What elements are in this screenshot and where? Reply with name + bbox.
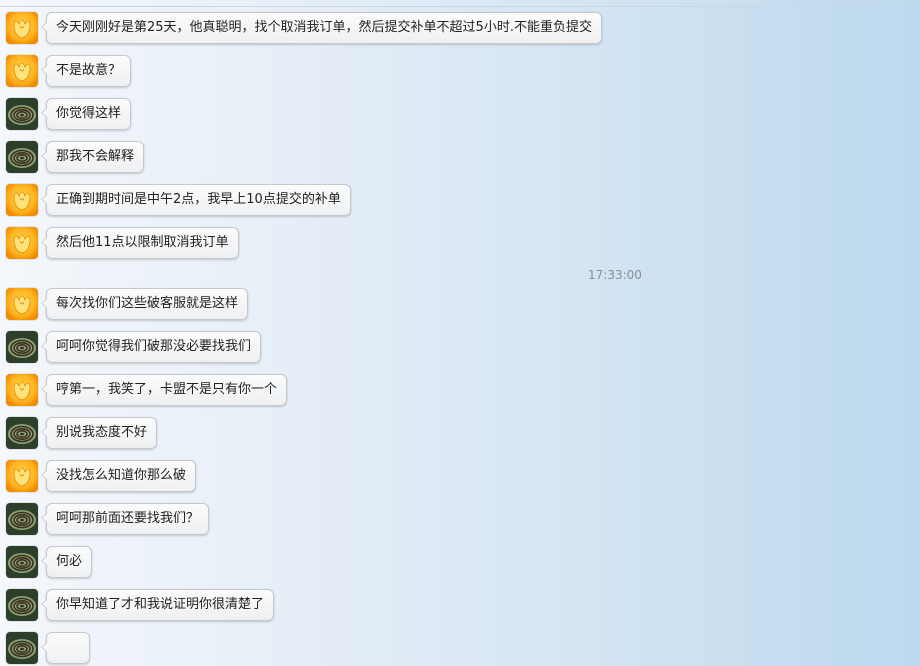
avatar[interactable] — [6, 374, 38, 406]
avatar[interactable] — [6, 288, 38, 320]
message-bubble: 呵呵那前面还要找我们？ — [40, 503, 210, 535]
avatar[interactable] — [6, 546, 38, 578]
timestamp: 17:33:00 — [588, 268, 642, 282]
tulip-icon — [6, 12, 38, 44]
message-bubble: 今天刚刚好是第25天，他真聪明，找个取消我订单，然后提交补单不超过5小时.不能重… — [41, 12, 602, 44]
avatar[interactable] — [6, 417, 38, 449]
mosquito-coil-icon — [6, 589, 38, 621]
avatar[interactable] — [6, 184, 38, 216]
message-bubble: 何必 — [40, 546, 93, 578]
mosquito-coil-icon — [6, 417, 38, 449]
mosquito-coil-icon — [6, 141, 38, 173]
message-bubble: 哼第一，我笑了，卡盟不是只有你一个 — [40, 374, 288, 406]
message-bubble: 你早知道了才和我说证明你很清楚了 — [40, 589, 275, 621]
tulip-icon — [6, 288, 38, 320]
mosquito-coil-icon — [6, 546, 38, 578]
tulip-icon — [6, 184, 38, 216]
message-bubble — [41, 632, 90, 664]
mosquito-coil-icon — [6, 503, 38, 535]
avatar[interactable] — [6, 12, 38, 44]
avatar[interactable] — [6, 98, 38, 130]
tulip-icon — [6, 55, 38, 87]
message-bubble: 呵呵你觉得我们破那没必要找我们 — [40, 331, 262, 363]
message-bubble: 那我不会解释 — [40, 141, 145, 173]
message-bubble: 你觉得这样 — [40, 98, 132, 130]
tulip-icon — [6, 460, 38, 492]
message-bubble: 没找怎么知道你那么破 — [40, 460, 197, 492]
avatar[interactable] — [6, 331, 38, 363]
message-bubble: 正确到期时间是中午2点，我早上10点提交的补单 — [41, 184, 351, 216]
avatar[interactable] — [6, 141, 38, 173]
tulip-icon — [6, 374, 38, 406]
avatar[interactable] — [6, 632, 38, 664]
avatar[interactable] — [6, 503, 38, 535]
message-bubble: 别说我态度不好 — [40, 417, 158, 449]
message-bubble: 每次找你们这些破客服就是这样 — [40, 288, 249, 320]
avatar[interactable] — [6, 589, 38, 621]
mosquito-coil-icon — [6, 331, 38, 363]
message-bubble: 然后他11点以限制取消我订单 — [41, 227, 239, 259]
tulip-icon — [6, 227, 38, 259]
avatar[interactable] — [6, 460, 38, 492]
avatar[interactable] — [6, 227, 38, 259]
message-bubble: 不是故意？ — [40, 55, 132, 87]
avatar[interactable] — [6, 55, 38, 87]
top-divider — [0, 6, 920, 7]
mosquito-coil-icon — [6, 98, 38, 130]
mosquito-coil-icon — [6, 632, 38, 664]
